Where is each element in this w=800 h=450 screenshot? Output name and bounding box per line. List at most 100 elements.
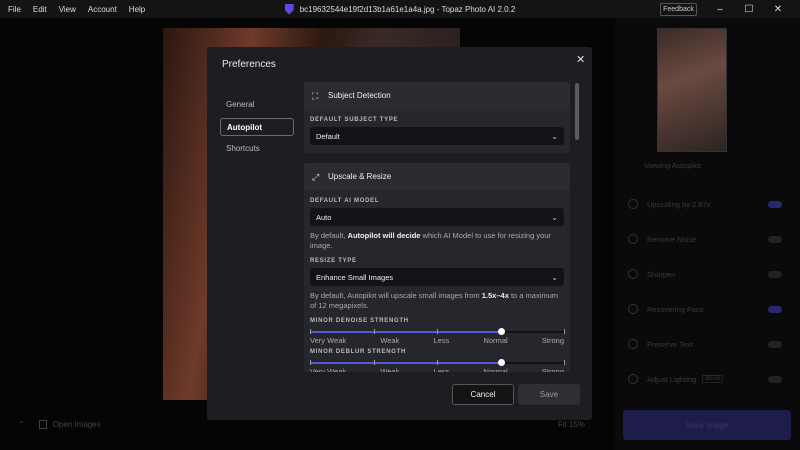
menu-edit[interactable]: Edit [33,5,47,14]
tool-row[interactable]: Remove Noise [628,232,788,246]
denoise-strength-slider[interactable] [310,328,565,335]
preferences-dialog: Preferences ✕ General Autopilot Shortcut… [207,47,592,420]
tool-row[interactable]: Upscaling by 2.87x [628,197,788,211]
cancel-button[interactable]: Cancel [452,384,514,405]
close-icon[interactable]: ✕ [576,53,585,66]
field-label: DEFAULT SUBJECT TYPE [310,117,399,123]
tool-toggle[interactable] [768,200,782,208]
tool-toggle[interactable] [768,270,782,278]
deblur-strength-slider[interactable] [310,359,565,366]
tool-icon [628,304,638,314]
slider-fill [310,331,501,333]
tool-label: Adjust Lighting [647,374,697,384]
slider-level-label: Normal [483,336,508,345]
nav-shortcuts[interactable]: Shortcuts [220,139,294,157]
thumbnail[interactable] [657,28,727,152]
tool-row[interactable]: Recovering Face [628,302,788,316]
tool-toggle[interactable] [768,340,782,348]
card-title: Subject Detection [328,91,391,100]
slider-level-label: Very Weak [310,336,347,345]
subject-detection-card: ⛶ Subject Detection DEFAULT SUBJECT TYPE … [304,82,570,153]
card-title: Upscale & Resize [328,172,392,181]
save-image-button[interactable]: Save Image [623,410,791,440]
menu-account[interactable]: Account [88,5,117,14]
tool-row[interactable]: Sharpen [628,267,788,281]
tool-row[interactable]: Adjust Lighting BETA [628,372,788,386]
slider-tick [437,360,438,365]
nav-general[interactable]: General [220,95,294,113]
tool-toggle[interactable] [768,375,782,383]
slider-fill [310,362,501,364]
open-images-icon [38,420,47,429]
tool-toggle[interactable] [768,305,782,313]
subject-type-select[interactable]: Default ⌄ [310,127,564,145]
save-button[interactable]: Save [518,384,580,405]
slider-level-label: Normal [483,367,508,372]
field-label: DEFAULT AI MODEL [310,198,380,204]
slider-handle[interactable] [497,359,505,366]
menu-file[interactable]: File [8,5,21,14]
tool-row[interactable]: Preserve Text [628,337,788,351]
tool-label: Preserve Text [647,339,693,349]
slider-tick [373,329,375,334]
field-label: MINOR DEBLUR STRENGTH [310,349,407,355]
slider-level-label: Very Weak [310,367,347,372]
slider-tick [310,360,311,365]
slider-labels: Very Weak Weak Less Normal Strong [310,367,564,372]
field-label: RESIZE TYPE [310,258,357,264]
ai-model-help: By default, Autopilot will decide which … [310,231,551,250]
select-value: Default [316,131,340,141]
resize-type-select[interactable]: Enhance Small Images ⌄ [310,268,564,286]
scrollbar[interactable] [575,83,579,140]
tool-icon [628,199,638,209]
slider-handle[interactable] [497,328,505,335]
tool-label: Remove Noise [647,234,697,244]
beta-badge: BETA [702,375,724,383]
tool-icon [628,234,638,244]
slider-labels: Very Weak Weak Less Normal Strong [310,336,564,345]
tool-icon [628,269,638,279]
ai-model-select[interactable]: Auto ⌄ [310,208,564,226]
viewing-label: Viewing Autopilot [644,160,701,170]
slider-level-label: Less [433,336,450,345]
select-value: Auto [316,212,332,222]
tool-label: Recovering Face [647,304,704,314]
field-label: MINOR DENOISE STRENGTH [310,318,409,324]
slider-tick [310,329,311,334]
resize-help: By default, Autopilot will upscale small… [310,291,559,310]
feedback-button[interactable]: Feedback [660,3,697,16]
slider-level-label: Strong [541,367,564,372]
tool-icon [628,339,638,349]
zoom-level[interactable]: Fit 15% [558,420,585,429]
maximize-icon[interactable]: ☐ [737,0,761,18]
nav-autopilot[interactable]: Autopilot [220,118,294,136]
slider-tick [564,360,565,365]
tool-label: Upscaling by 2.87x [647,199,711,209]
chevron-down-icon: ⌄ [551,131,558,141]
menu-help[interactable]: Help [129,5,145,14]
settings-content: ⛶ Subject Detection DEFAULT SUBJECT TYPE … [304,82,572,372]
slider-tick [564,329,565,334]
chevron-up-icon[interactable]: ⌃ [18,420,25,429]
close-window-icon[interactable]: ✕ [766,0,790,18]
slider-level-label: Weak [380,367,400,372]
slider-level-label: Strong [541,336,564,345]
slider-tick [437,329,438,334]
minimize-icon[interactable]: – [708,0,732,18]
menu-view[interactable]: View [59,5,76,14]
resize-arrows-icon: ⤢ [312,171,320,182]
tool-icon [628,374,638,384]
select-value: Enhance Small Images [316,272,394,282]
subject-frame-icon: ⛶ [312,90,319,101]
slider-tick [373,360,375,365]
dialog-title: Preferences [222,59,276,70]
chevron-down-icon: ⌄ [551,212,558,222]
slider-level-label: Less [433,367,450,372]
chevron-down-icon: ⌄ [551,272,558,282]
tool-label: Sharpen [647,269,676,279]
viewing-autopilot: Viewing Autopilot [628,158,788,172]
open-images-button[interactable]: Open Images [53,420,101,429]
tool-toggle[interactable] [768,235,782,243]
upscale-resize-card: ⤢ Upscale & Resize DEFAULT AI MODEL Auto ⌄… [304,163,570,372]
slider-level-label: Weak [380,336,400,345]
